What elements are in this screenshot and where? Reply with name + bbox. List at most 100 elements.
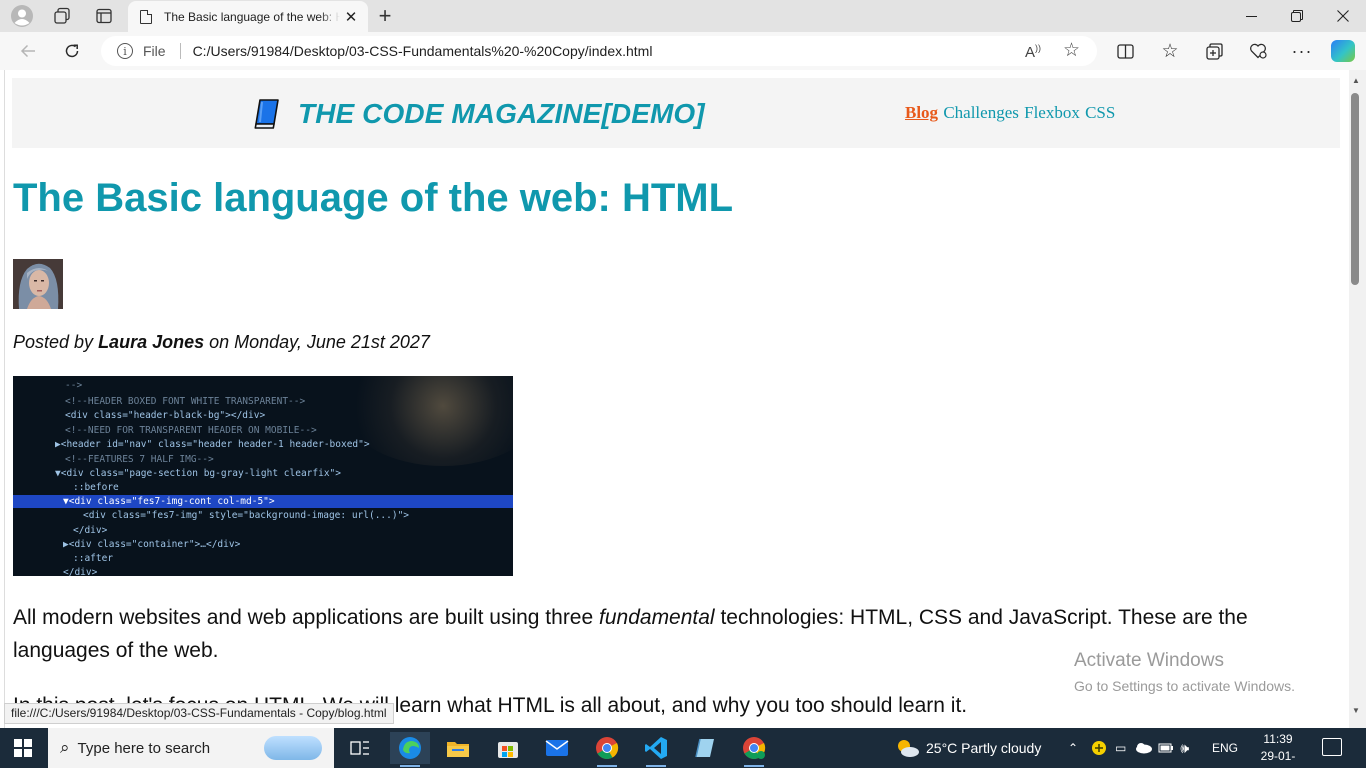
- close-tab-icon[interactable]: ✕: [342, 8, 360, 26]
- code-line: ::before: [73, 482, 119, 493]
- nav-link-challenges[interactable]: Challenges: [943, 103, 1019, 122]
- restore-button[interactable]: [1274, 0, 1320, 32]
- microsoft-store-taskbar-icon[interactable]: [488, 732, 528, 764]
- collections-icon[interactable]: [1199, 37, 1229, 65]
- volume-icon[interactable]: 🕪: [1180, 740, 1189, 757]
- workspaces-icon[interactable]: [48, 4, 76, 28]
- read-aloud-icon[interactable]: A)): [1025, 43, 1041, 61]
- task-view-icon[interactable]: [340, 732, 380, 764]
- post-meta: Posted by Laura Jones on Monday, June 21…: [13, 332, 430, 353]
- tab-title: The Basic language of the web: HTML: [164, 9, 340, 24]
- page-icon: [140, 9, 152, 24]
- scroll-down-arrow-icon[interactable]: ▼: [1352, 706, 1360, 715]
- address-separator: [179, 43, 181, 59]
- browser-toolbar: i File C:/Users/91984/Desktop/03-CSS-Fun…: [0, 32, 1366, 70]
- onedrive-cloud-icon[interactable]: [1134, 742, 1153, 754]
- weather-widget[interactable]: 25°C Partly cloudy: [894, 728, 1041, 768]
- code-line: -->: [65, 380, 83, 391]
- post-hero-image: --> <!--HEADER BOXED FONT WHITE TRANSPAR…: [13, 376, 513, 576]
- running-app-indicator: [597, 765, 617, 767]
- code-line: <!--FEATURES 7 HALF IMG-->: [65, 454, 214, 465]
- file-protocol-label: File: [143, 43, 166, 59]
- code-line: ▶<div class="container">…</div>: [63, 539, 241, 550]
- page-viewport: THE CODE MAGAZINE[DEMO] Blog Challenges …: [4, 70, 1349, 728]
- code-line: ::after: [73, 553, 114, 564]
- taskbar-clock[interactable]: 11:39 29-01-2024: [1250, 731, 1306, 768]
- back-button[interactable]: [13, 37, 43, 65]
- browser-essentials-icon[interactable]: [1243, 37, 1273, 65]
- active-app-indicator: [400, 765, 420, 767]
- chrome-taskbar-icon[interactable]: [587, 732, 627, 767]
- code-line: </div>: [73, 525, 108, 536]
- file-explorer-taskbar-icon[interactable]: [438, 732, 478, 764]
- weather-text: 25°C Partly cloudy: [926, 740, 1042, 756]
- profile-icon[interactable]: [8, 4, 36, 28]
- site-nav: Blog Challenges Flexbox CSS: [905, 103, 1116, 123]
- browser-tab-strip: The Basic language of the web: HTML ✕ +: [0, 0, 1366, 32]
- clock-date: 29-01-2024: [1260, 749, 1296, 768]
- nav-link-flexbox[interactable]: Flexbox: [1024, 103, 1080, 122]
- site-info-icon[interactable]: i: [117, 43, 133, 59]
- code-line: ▶<header id="nav" class="header header-1…: [55, 439, 370, 450]
- chrome-profile-taskbar-icon[interactable]: [734, 732, 774, 767]
- code-line: ▼<div class="page-section bg-gray-light …: [55, 468, 341, 479]
- scroll-up-arrow-icon[interactable]: ▲: [1352, 76, 1360, 85]
- taskbar-search-box[interactable]: ⌕ Type here to search: [48, 728, 334, 768]
- favorites-icon[interactable]: ☆: [1155, 37, 1185, 65]
- vscode-taskbar-icon[interactable]: [636, 732, 676, 767]
- image-bokeh: [343, 376, 513, 466]
- post-date: on Monday, June 21st 2027: [204, 332, 430, 352]
- url-text[interactable]: C:/Users/91984/Desktop/03-CSS-Fundamenta…: [193, 43, 653, 59]
- input-language[interactable]: ENG: [1212, 728, 1238, 768]
- notification-center-icon[interactable]: [1322, 738, 1342, 756]
- post-author: Laura Jones: [98, 332, 205, 352]
- code-line: <!--HEADER BOXED FONT WHITE TRANSPARENT-…: [65, 396, 306, 407]
- link-hover-status-url: file:///C:/Users/91984/Desktop/03-CSS-Fu…: [4, 703, 394, 724]
- site-header: THE CODE MAGAZINE[DEMO] Blog Challenges …: [12, 78, 1340, 148]
- activate-windows-subtitle: Go to Settings to activate Windows.: [1074, 678, 1295, 694]
- paragraph-text: All modern websites and web applications…: [13, 606, 600, 629]
- code-line: <div class="fes7-img" style="background-…: [83, 510, 410, 521]
- address-bar[interactable]: i File C:/Users/91984/Desktop/03-CSS-Fun…: [101, 36, 1097, 66]
- code-line: </div>: [63, 567, 98, 576]
- site-brand-title[interactable]: THE CODE MAGAZINE[DEMO]: [298, 98, 705, 130]
- activate-windows-title: Activate Windows: [1074, 650, 1224, 671]
- book-logo-icon: [254, 99, 279, 129]
- tray-status-icons: ▭ 🕪: [1091, 728, 1189, 768]
- nav-link-css[interactable]: CSS: [1085, 103, 1115, 122]
- split-screen-icon[interactable]: [1110, 37, 1140, 65]
- meet-now-icon[interactable]: ▭: [1115, 741, 1126, 755]
- new-tab-button[interactable]: +: [372, 3, 398, 28]
- partly-cloudy-icon: [898, 740, 919, 757]
- scrollbar-thumb[interactable]: [1351, 93, 1359, 285]
- search-icon: ⌕: [60, 738, 70, 757]
- edge-browser-taskbar-icon[interactable]: [390, 732, 430, 767]
- running-app-indicator: [646, 765, 666, 767]
- paragraph-emphasis: fundamental: [599, 606, 715, 629]
- favorite-star-icon[interactable]: ☆: [1063, 39, 1080, 62]
- tray-app-icon[interactable]: [1091, 740, 1107, 756]
- author-avatar: [13, 259, 63, 309]
- windows-start-button[interactable]: [14, 739, 32, 757]
- copilot-icon[interactable]: [1331, 40, 1355, 62]
- close-window-button[interactable]: [1320, 0, 1366, 32]
- tab-active[interactable]: The Basic language of the web: HTML ✕: [128, 1, 368, 32]
- show-hidden-icons-button[interactable]: ⌃: [1068, 728, 1078, 768]
- minimize-button[interactable]: [1228, 0, 1274, 32]
- notepad-taskbar-icon[interactable]: [685, 732, 725, 764]
- search-highlight-cloud-icon: [264, 736, 322, 760]
- battery-icon[interactable]: [1158, 742, 1174, 754]
- mail-taskbar-icon[interactable]: [537, 732, 577, 764]
- running-app-indicator: [744, 765, 764, 767]
- tab-actions-icon[interactable]: [90, 4, 118, 28]
- windows-taskbar: ⌕ Type here to search 25°C Partly cloudy…: [0, 728, 1366, 768]
- settings-more-icon[interactable]: ···: [1287, 37, 1317, 65]
- activate-windows-watermark: Activate Windows Go to Settings to activ…: [1074, 650, 1295, 694]
- nav-link-blog[interactable]: Blog: [905, 103, 938, 122]
- refresh-button[interactable]: [57, 37, 87, 65]
- code-line: ▼<div class="fes7-img-cont col-md-5">: [63, 496, 275, 507]
- taskbar-search-placeholder: Type here to search: [77, 739, 211, 757]
- post-meta-prefix: Posted by: [13, 332, 99, 352]
- clock-time: 11:39: [1263, 732, 1293, 746]
- post-title: The Basic language of the web: HTML: [13, 176, 734, 220]
